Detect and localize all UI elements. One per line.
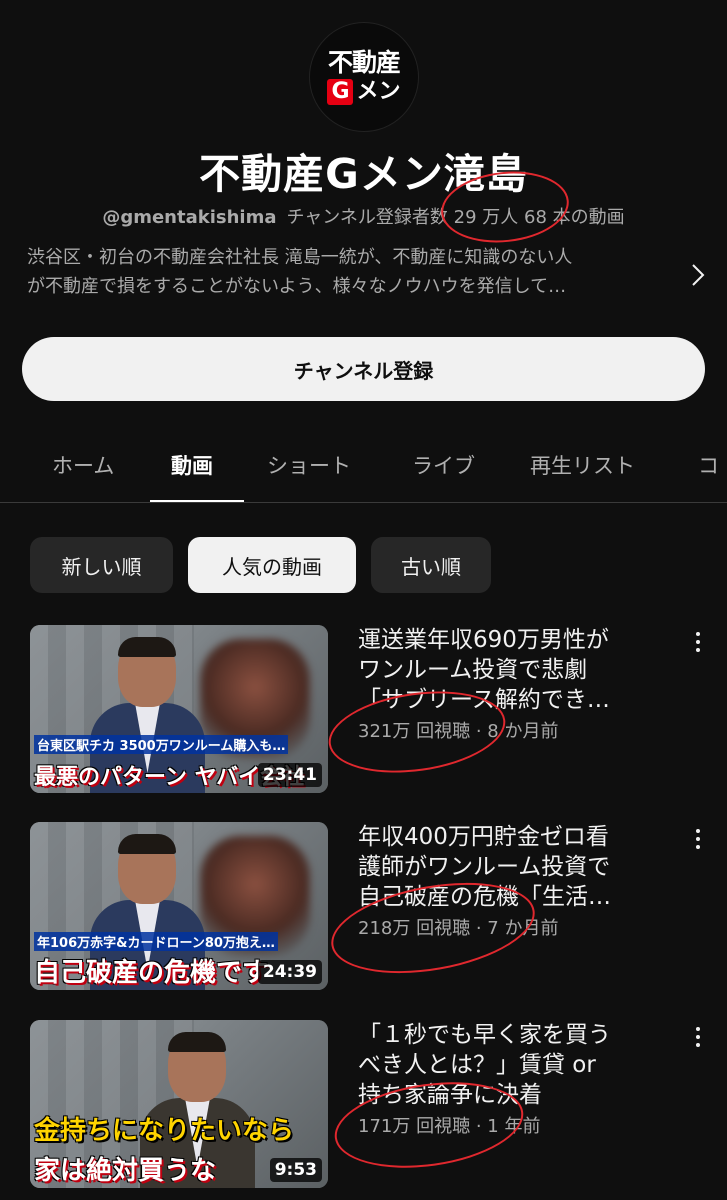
- video-title[interactable]: 「１秒でも早く家を買う べき人とは？」賃貸 or 持ち家論争に決着: [358, 1020, 688, 1110]
- video-item[interactable]: 台東区駅チカ 3500万ワンルーム購入も… 最悪のパターン ヤバイ会社 23:4…: [0, 625, 727, 795]
- thumbnail-caption-bottom: 自己破産の危機です: [34, 958, 269, 988]
- person-hair: [168, 1032, 226, 1052]
- logo-men-text: メン: [356, 78, 401, 104]
- thumbnail-caption-top: 台東区駅チカ 3500万ワンルーム購入も…: [34, 735, 289, 754]
- tab-home[interactable]: ホーム: [52, 450, 114, 480]
- video-duration: 9:53: [269, 1158, 322, 1182]
- video-title-line: 護師がワンルーム投資で: [358, 854, 611, 880]
- video-age: 7 か月前: [487, 918, 559, 939]
- video-meta: 171万 回視聴 · 1 年前: [358, 1112, 688, 1138]
- video-title-line: 運送業年収690万男性が: [358, 627, 609, 653]
- video-title-line: 「１秒でも早く家を買う: [358, 1022, 611, 1048]
- video-duration: 24:39: [257, 960, 322, 984]
- channel-avatar[interactable]: 不動産 G メン: [309, 22, 419, 132]
- view-count: 218万 回視聴: [358, 918, 471, 939]
- video-info: 「１秒でも早く家を買う べき人とは？」賃貸 or 持ち家論争に決着 171万 回…: [358, 1020, 688, 1138]
- view-count: 321万 回視聴: [358, 721, 471, 742]
- video-title-line: 持ち家論争に決着: [358, 1082, 542, 1108]
- channel-tabs: ホーム 動画 ショート ライブ 再生リスト コ: [0, 425, 727, 503]
- more-vert-icon[interactable]: [688, 1022, 708, 1052]
- video-age: 1 年前: [487, 1116, 541, 1137]
- description-line: 渋谷区・初台の不動産会社社長 滝島一統が、不動産に知識のない人: [27, 247, 573, 268]
- video-title-line: 「サブリース解約でき…: [358, 687, 610, 713]
- channel-description[interactable]: 渋谷区・初台の不動産会社社長 滝島一統が、不動産に知識のない人 が不動産で損をす…: [27, 243, 667, 301]
- tab-videos[interactable]: 動画: [171, 450, 213, 480]
- channel-meta: @gmentakishima チャンネル登録者数 29 万人 68 本の動画: [0, 203, 727, 229]
- video-thumbnail[interactable]: 台東区駅チカ 3500万ワンルーム購入も… 最悪のパターン ヤバイ会社 23:4…: [30, 625, 328, 793]
- video-info: 年収400万円貯金ゼロ看 護師がワンルーム投資で 自己破産の危機「生活… 218…: [358, 822, 688, 940]
- chip-popular[interactable]: 人気の動画: [188, 537, 356, 593]
- description-line: が不動産で損をすることがないよう、様々なノウハウを発信して…: [27, 276, 567, 297]
- thumbnail-caption-bottom: 家は絶対買うな: [34, 1156, 217, 1186]
- video-title[interactable]: 運送業年収690万男性が ワンルーム投資で悲劇 「サブリース解約でき…: [358, 625, 688, 715]
- more-vert-icon[interactable]: [688, 627, 708, 657]
- thumbnail-caption-top: 年106万赤字&カードローン80万抱え…: [34, 932, 278, 951]
- video-thumbnail[interactable]: 年106万赤字&カードローン80万抱え… 自己破産の危機です 24:39: [30, 822, 328, 990]
- meta-separator: ·: [475, 1116, 482, 1137]
- video-duration: 23:41: [257, 763, 322, 787]
- dot: [696, 845, 700, 849]
- video-title[interactable]: 年収400万円貯金ゼロ看 護師がワンルーム投資で 自己破産の危機「生活…: [358, 822, 688, 912]
- video-count: 68 本の動画: [524, 207, 625, 228]
- meta-separator: ·: [475, 918, 482, 939]
- video-title-line: べき人とは？」賃貸 or: [358, 1052, 596, 1078]
- video-title-line: 年収400万円貯金ゼロ看: [358, 824, 609, 850]
- chip-oldest[interactable]: 古い順: [371, 537, 491, 593]
- more-vert-icon[interactable]: [688, 824, 708, 854]
- video-item[interactable]: 金持ちになりたいなら 家は絶対買うな 9:53 「１秒でも早く家を買う べき人と…: [0, 1020, 727, 1190]
- dot: [696, 632, 700, 636]
- chip-newest[interactable]: 新しい順: [30, 537, 173, 593]
- tab-playlists[interactable]: 再生リスト: [530, 450, 635, 480]
- dot: [696, 648, 700, 652]
- chevron-right-icon[interactable]: [683, 258, 713, 292]
- subscribers-label: チャンネル登録者数: [286, 207, 448, 228]
- logo-text-top: 不動産: [327, 47, 401, 77]
- tab-live[interactable]: ライブ: [412, 450, 475, 480]
- person-hair: [118, 637, 176, 657]
- dot: [696, 1027, 700, 1031]
- channel-handle: @gmentakishima: [102, 207, 277, 228]
- video-item[interactable]: 年106万赤字&カードローン80万抱え… 自己破産の危機です 24:39 年収4…: [0, 822, 727, 992]
- dot: [696, 1035, 700, 1039]
- video-title-line: ワンルーム投資で悲劇: [358, 657, 588, 683]
- dot: [696, 829, 700, 833]
- active-tab-indicator: [150, 500, 244, 502]
- person-hair: [118, 834, 176, 854]
- view-count: 171万 回視聴: [358, 1116, 471, 1137]
- logo-text-bottom: G メン: [327, 78, 401, 105]
- logo-g-box: G: [327, 78, 354, 105]
- video-age: 8 か月前: [487, 721, 559, 742]
- subscribe-button[interactable]: チャンネル登録: [22, 337, 705, 401]
- thumbnail-caption-top: 金持ちになりたいなら: [34, 1116, 295, 1146]
- meta-separator: ·: [475, 721, 482, 742]
- dot: [696, 837, 700, 841]
- video-meta: 218万 回視聴 · 7 か月前: [358, 914, 688, 940]
- video-title-line: 自己破産の危機「生活…: [358, 884, 611, 910]
- tab-community[interactable]: コ: [698, 450, 719, 480]
- dot: [696, 1043, 700, 1047]
- video-info: 運送業年収690万男性が ワンルーム投資で悲劇 「サブリース解約でき… 321万…: [358, 625, 688, 743]
- video-meta: 321万 回視聴 · 8 か月前: [358, 717, 688, 743]
- channel-name: 不動産Gメン滝島: [199, 150, 528, 198]
- dot: [696, 640, 700, 644]
- subscriber-count: 29 万人: [453, 207, 519, 228]
- tab-shorts[interactable]: ショート: [267, 450, 351, 480]
- video-thumbnail[interactable]: 金持ちになりたいなら 家は絶対買うな 9:53: [30, 1020, 328, 1188]
